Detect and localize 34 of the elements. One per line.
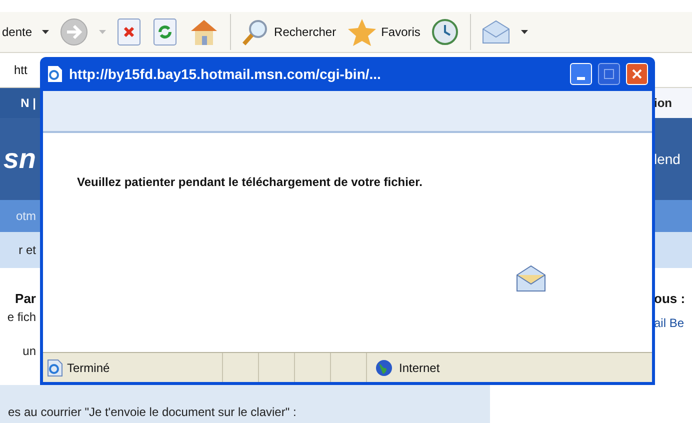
- status-text: Terminé: [67, 360, 110, 376]
- caret-icon[interactable]: [42, 30, 50, 34]
- close-button[interactable]: [626, 63, 648, 85]
- close-icon[interactable]: [632, 69, 642, 79]
- maximize-icon[interactable]: [604, 69, 614, 79]
- link[interactable]: ail Be: [654, 314, 684, 332]
- tab[interactable]: r et: [18, 241, 36, 259]
- search-label[interactable]: Rechercher: [274, 23, 336, 41]
- back-label[interactable]: dente: [2, 23, 32, 41]
- heading-text: ous :: [654, 290, 686, 308]
- zone-text: Internet: [399, 360, 440, 376]
- page-icon: [47, 65, 63, 83]
- mail-icon[interactable]: [481, 19, 512, 45]
- body-text: e fich: [7, 309, 36, 326]
- logo-text: lend: [654, 150, 680, 168]
- body-text: un: [22, 343, 36, 360]
- mail-icon: [515, 263, 547, 293]
- heading-text: Par: [15, 290, 36, 308]
- globe-icon: [375, 358, 393, 376]
- stop-icon[interactable]: [116, 18, 142, 46]
- star-icon[interactable]: [346, 17, 378, 47]
- window-title: http://by15fd.bay15.hotmail.msn.com/cgi-bin/...: [69, 64, 382, 84]
- minimize-button[interactable]: [570, 63, 592, 85]
- caret-icon[interactable]: [521, 30, 528, 34]
- page-icon: [47, 358, 63, 376]
- history-icon[interactable]: [430, 17, 460, 47]
- wait-message: Veuillez patienter pendant le téléchargement de votre fichier.: [77, 174, 424, 191]
- body-text: es au courrier "Je t'envoie le document sur le clavier" :: [7, 404, 296, 421]
- logo-text: sn: [2, 145, 36, 173]
- favorites-label[interactable]: Favoris: [381, 23, 420, 41]
- refresh-icon[interactable]: [152, 18, 178, 46]
- nav-text: N |: [20, 95, 36, 112]
- nav-text: ion: [654, 95, 672, 112]
- maximize-button[interactable]: [598, 63, 620, 85]
